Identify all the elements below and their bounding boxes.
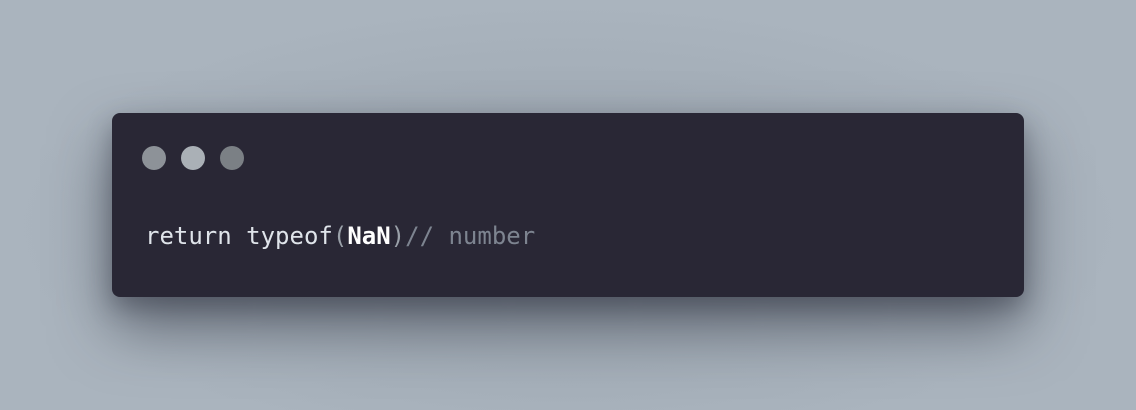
code-open-paren: ( [332,222,348,250]
maximize-dot-icon [220,146,244,170]
code-line: return typeof(NaN)// number [145,221,535,251]
code-argument: NaN [347,222,391,250]
code-function-typeof: typeof [246,222,333,250]
minimize-dot-icon [181,146,205,170]
code-window: return typeof(NaN)// number [112,113,1024,297]
close-dot-icon [142,146,166,170]
code-close-paren: ) [390,222,406,250]
window-controls [142,146,244,170]
code-keyword-return: return [145,222,232,250]
code-comment: // number [405,222,536,250]
